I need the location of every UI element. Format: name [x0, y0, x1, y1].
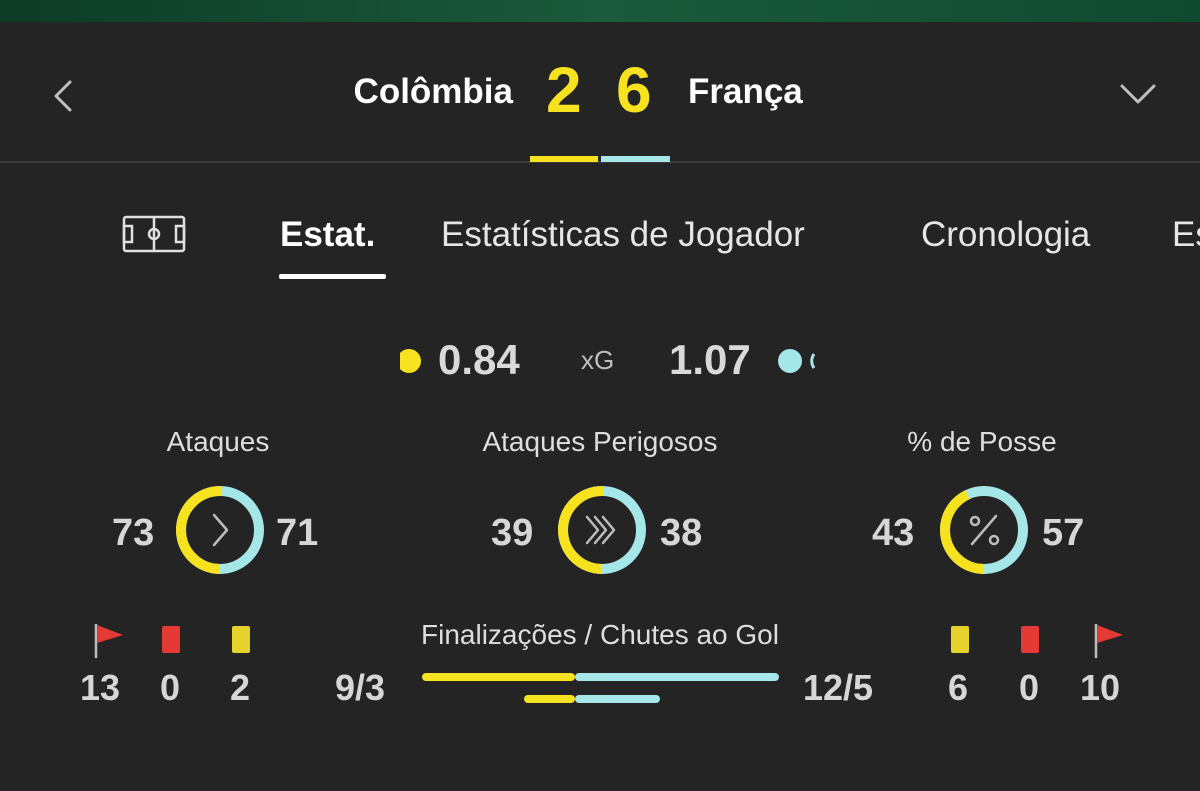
home-score: 2: [546, 54, 582, 126]
red-card-icon: [162, 626, 180, 653]
home-shots-on-target-bar: [524, 695, 575, 703]
dangerous-attacks-away-value: 38: [660, 512, 703, 554]
corner-flag-icon: [94, 624, 123, 658]
away-shots-value: 12/5: [803, 667, 874, 708]
home-team-name: Colômbia: [353, 72, 513, 111]
possession-home-value: 43: [872, 512, 915, 554]
percent-icon: [969, 514, 1000, 546]
away-shots-on-target-bar: [575, 695, 660, 703]
dangerous-attacks-donut: [558, 486, 646, 574]
home-corners-value: 13: [80, 667, 121, 708]
home-shots-value: 9/3: [335, 667, 386, 708]
tab-player-stats[interactable]: Estatísticas de Jogador: [441, 215, 805, 255]
corner-flag-icon: [1094, 624, 1123, 658]
possession-away-value: 57: [1042, 512, 1085, 554]
xg-label: xG: [581, 345, 615, 375]
header-divider: [0, 161, 1200, 163]
attacks-away-value: 71: [276, 512, 319, 554]
attacks-home-value: 73: [112, 512, 155, 554]
possession-title: % de Posse: [907, 426, 1057, 457]
away-shots-total-bar: [575, 673, 779, 681]
attacks-title: Ataques: [166, 426, 270, 457]
chevron-right-icon: [212, 513, 229, 547]
yellow-card-icon: [951, 626, 969, 653]
active-tab-indicator: [279, 274, 386, 279]
possession-donut: [940, 486, 1028, 574]
home-xg-value: 0.84: [438, 336, 520, 383]
away-xg-value: 1.07: [669, 336, 751, 383]
away-yellow-cards-value: 6: [948, 667, 969, 708]
tab-bar: Estat. Estatísticas de Jogador Cronologi…: [0, 195, 1200, 285]
pitch-icon: [122, 215, 186, 253]
away-score: 6: [616, 54, 652, 126]
away-corners-value: 10: [1080, 667, 1121, 708]
match-header: Colômbia 2 6 França: [0, 22, 1200, 162]
yellow-card-icon: [232, 626, 250, 653]
home-team-color-bar: [530, 156, 598, 162]
home-shots-total-bar: [422, 673, 575, 681]
home-red-cards-value: 0: [160, 667, 181, 708]
match-dropdown-button[interactable]: [1118, 78, 1158, 110]
top-strip: [0, 0, 1200, 22]
tab-pitch[interactable]: [122, 215, 186, 253]
chevron-down-icon: [1120, 84, 1156, 104]
dangerous-attacks-home-value: 39: [491, 512, 534, 554]
home-xg-dot-icon: [400, 349, 421, 373]
home-yellow-cards-value: 2: [230, 667, 251, 708]
away-xg-dot-icon: [778, 349, 816, 373]
triple-chevron-icon: [585, 515, 616, 545]
tab-stats[interactable]: Estat.: [280, 215, 375, 255]
shots-title: Finalizações / Chutes ao Gol: [421, 619, 779, 650]
tab-timeline[interactable]: Cronologia: [921, 215, 1090, 255]
back-button[interactable]: [48, 74, 80, 118]
away-team-color-bar: [601, 156, 670, 162]
dangerous-attacks-title: Ataques Perigosos: [482, 426, 718, 457]
away-red-cards-value: 0: [1019, 667, 1040, 708]
attacks-donut: [176, 486, 264, 574]
red-card-icon: [1021, 626, 1039, 653]
away-team-name: França: [688, 72, 803, 111]
tab-overflow[interactable]: Es: [1172, 215, 1200, 255]
chevron-left-icon: [54, 80, 72, 112]
